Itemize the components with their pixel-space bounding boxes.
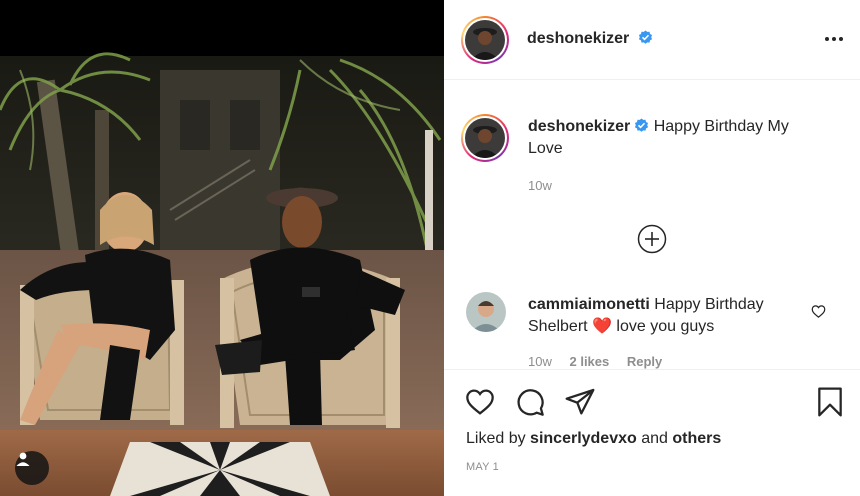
verified-badge-icon bbox=[638, 30, 652, 44]
share-icon bbox=[565, 388, 595, 415]
comment-text-continued: love you guys bbox=[616, 318, 715, 335]
liked-by-user[interactable]: sincerlydevxo bbox=[530, 430, 637, 447]
post-date[interactable]: MAY 1 bbox=[466, 461, 499, 473]
liked-by-others[interactable]: others bbox=[672, 430, 721, 447]
plus-circle-icon bbox=[637, 224, 667, 254]
caption-username[interactable]: deshonekizer bbox=[528, 118, 630, 135]
load-more-comments-button[interactable] bbox=[637, 224, 667, 254]
caption-avatar[interactable] bbox=[461, 114, 509, 162]
comment-icon bbox=[517, 389, 544, 416]
post-photo[interactable] bbox=[0, 0, 444, 496]
heart-emoji: ❤️ bbox=[592, 318, 612, 335]
tagged-users-button[interactable] bbox=[15, 451, 49, 485]
author-username[interactable]: deshonekizer bbox=[527, 30, 629, 47]
heart-icon bbox=[466, 389, 494, 415]
liked-by-summary: Liked by sincerlydevxo and others bbox=[466, 430, 721, 448]
like-button[interactable] bbox=[464, 386, 496, 423]
user-icon bbox=[16, 452, 30, 466]
more-horizontal-icon bbox=[825, 37, 843, 41]
post-header: deshonekizer bbox=[444, 0, 860, 80]
comment-like-button[interactable] bbox=[811, 304, 826, 324]
avatar-image bbox=[465, 20, 505, 60]
author-avatar[interactable] bbox=[461, 16, 509, 64]
caption-timestamp[interactable]: 10w bbox=[528, 178, 552, 193]
comment-likes-count[interactable]: 2 likes bbox=[569, 354, 609, 369]
commenter-username[interactable]: cammiaimonetti bbox=[528, 296, 650, 313]
comment-timestamp[interactable]: 10w bbox=[528, 354, 552, 369]
post-image bbox=[0, 0, 444, 496]
verified-badge-icon bbox=[635, 118, 649, 132]
commenter-avatar[interactable] bbox=[466, 292, 506, 332]
avatar-image bbox=[466, 292, 506, 332]
bookmark-icon bbox=[818, 387, 842, 417]
comment-button[interactable] bbox=[514, 386, 546, 423]
avatar-image bbox=[465, 118, 505, 158]
comment-reply-button[interactable]: Reply bbox=[627, 354, 662, 369]
post-panel: deshonekizer deshonekizer Happy Birthday… bbox=[444, 0, 860, 496]
heart-icon bbox=[811, 305, 826, 318]
liked-by-and: and bbox=[641, 430, 668, 447]
share-button[interactable] bbox=[564, 386, 596, 423]
save-button[interactable] bbox=[814, 386, 846, 423]
post-actions: Liked by sincerlydevxo and others MAY 1 bbox=[444, 369, 860, 496]
more-options-button[interactable] bbox=[824, 29, 844, 54]
liked-by-prefix: Liked by bbox=[466, 430, 526, 447]
